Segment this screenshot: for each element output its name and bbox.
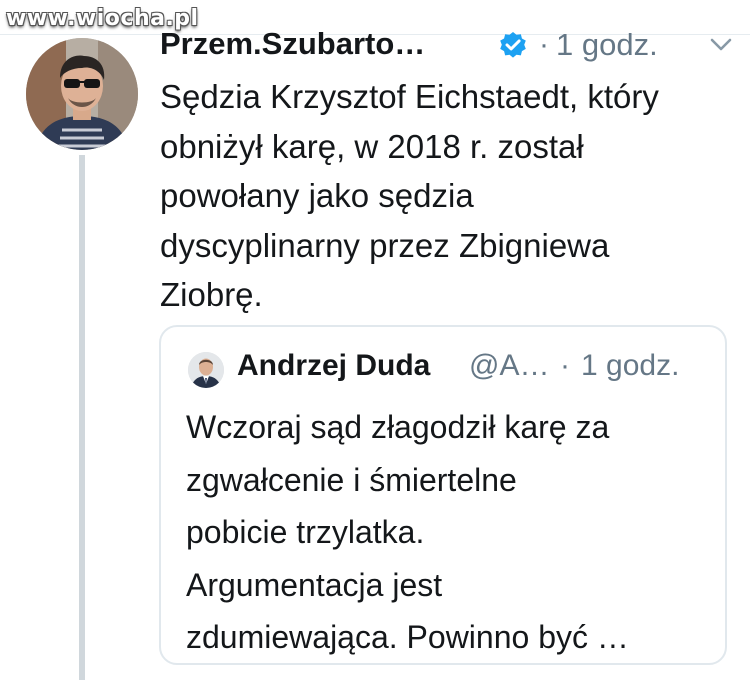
quoted-text-line: pobicie trzylatka. xyxy=(186,514,425,550)
tweet-header: Przem.Szubarto… · 1 godz. xyxy=(160,26,740,66)
quoted-avatar-image xyxy=(188,352,224,388)
tweet-time[interactable]: 1 godz. xyxy=(556,27,658,63)
quoted-text-line: Wczoraj sąd złagodził karę za xyxy=(186,409,610,445)
quoted-text-line: zdumiewająca. Powinno być … xyxy=(186,619,629,655)
author-name[interactable]: Przem.Szubarto… xyxy=(160,26,425,62)
quoted-text-line: Argumentacja jest xyxy=(186,566,443,603)
verified-badge-icon xyxy=(500,32,526,58)
tweet-text-line: Ziobrę. xyxy=(160,276,263,313)
quoted-author-name[interactable]: Andrzej Duda xyxy=(237,349,430,383)
avatar[interactable] xyxy=(26,38,138,150)
separator-dot: · xyxy=(539,28,549,61)
tweet-text-line: Sędzia Krzysztof Eichstaedt, który xyxy=(160,78,659,115)
quoted-tweet-time[interactable]: 1 godz. xyxy=(581,349,679,383)
quoted-tweet-text: Wczoraj sąd złagodził karę za zgwałcenie… xyxy=(186,401,706,664)
avatar-image xyxy=(26,38,138,150)
tweet-text: Sędzia Krzysztof Eichstaedt, który obniż… xyxy=(160,72,740,320)
tweet-text-line: dyscyplinarny przez Zbigniewa xyxy=(160,226,610,264)
quoted-tweet-card[interactable]: Andrzej Duda @A… · 1 godz. Wczoraj sąd z… xyxy=(159,325,727,665)
tweet-text-line: powołany jako sędzia xyxy=(160,177,474,214)
thread-line xyxy=(79,155,85,680)
quoted-author-handle[interactable]: @A… xyxy=(469,349,549,383)
quoted-avatar[interactable] xyxy=(188,352,224,388)
chevron-down-icon[interactable] xyxy=(708,34,734,56)
tweet-text-line: obniżył karę, w 2018 r. został xyxy=(160,127,584,165)
separator-dot: · xyxy=(560,349,570,382)
quoted-text-line: zgwałcenie i śmiertelne xyxy=(186,461,517,498)
